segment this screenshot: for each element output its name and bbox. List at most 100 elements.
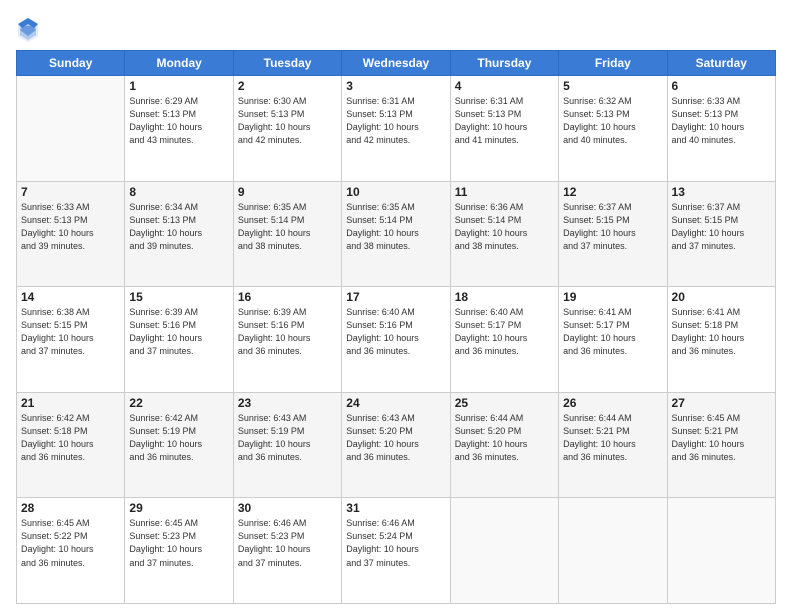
calendar-week-row: 21 Sunrise: 6:42 AM Sunset: 5:18 PM Dayli… <box>17 392 776 498</box>
day-header-thursday: Thursday <box>450 51 558 76</box>
calendar-day-11: 11 Sunrise: 6:36 AM Sunset: 5:14 PM Dayli… <box>450 181 558 287</box>
day-info: Sunrise: 6:30 AM Sunset: 5:13 PM Dayligh… <box>238 95 337 147</box>
calendar-day-27: 27 Sunrise: 6:45 AM Sunset: 5:21 PM Dayli… <box>667 392 775 498</box>
day-header-wednesday: Wednesday <box>342 51 450 76</box>
day-info: Sunrise: 6:29 AM Sunset: 5:13 PM Dayligh… <box>129 95 228 147</box>
calendar-day-23: 23Sunrise: 6:43 AM Sunset: 5:19 PM Dayli… <box>233 392 341 498</box>
calendar-table: SundayMondayTuesdayWednesdayThursdayFrid… <box>16 50 776 604</box>
day-number: 7 <box>21 185 120 199</box>
day-info: Sunrise: 6:41 AM Sunset: 5:18 PM Dayligh… <box>672 306 771 358</box>
calendar-day-5: 5 Sunrise: 6:32 AM Sunset: 5:13 PM Daylig… <box>559 76 667 182</box>
calendar-day-8: 8 Sunrise: 6:34 AM Sunset: 5:13 PM Daylig… <box>125 181 233 287</box>
day-number: 3 <box>346 79 445 93</box>
day-info: Sunrise: 6:44 AM Sunset: 5:20 PM Dayligh… <box>455 412 554 464</box>
day-number: 19 <box>563 290 662 304</box>
day-number: 11 <box>455 185 554 199</box>
day-number: 5 <box>563 79 662 93</box>
calendar-week-row: 28 Sunrise: 6:45 AM Sunset: 5:22 PM Dayli… <box>17 498 776 604</box>
day-number: 4 <box>455 79 554 93</box>
day-info: Sunrise: 6:31 AM Sunset: 5:13 PM Dayligh… <box>346 95 445 147</box>
calendar-day-14: 14 Sunrise: 6:38 AM Sunset: 5:15 PM Dayli… <box>17 287 125 393</box>
calendar-empty-cell <box>17 76 125 182</box>
day-info: Sunrise: 6:35 AM Sunset: 5:14 PM Dayligh… <box>346 201 445 253</box>
calendar-day-6: 6Sunrise: 6:33 AM Sunset: 5:13 PM Daylig… <box>667 76 775 182</box>
day-number: 10 <box>346 185 445 199</box>
day-number: 21 <box>21 396 120 410</box>
day-info: Sunrise: 6:35 AM Sunset: 5:14 PM Dayligh… <box>238 201 337 253</box>
day-info: Sunrise: 6:45 AM Sunset: 5:23 PM Dayligh… <box>129 517 228 569</box>
day-info: Sunrise: 6:43 AM Sunset: 5:20 PM Dayligh… <box>346 412 445 464</box>
calendar-day-25: 25 Sunrise: 6:44 AM Sunset: 5:20 PM Dayli… <box>450 392 558 498</box>
day-info: Sunrise: 6:32 AM Sunset: 5:13 PM Dayligh… <box>563 95 662 147</box>
day-number: 29 <box>129 501 228 515</box>
calendar-day-22: 22 Sunrise: 6:42 AM Sunset: 5:19 PM Dayli… <box>125 392 233 498</box>
day-info: Sunrise: 6:42 AM Sunset: 5:18 PM Dayligh… <box>21 412 120 464</box>
day-info: Sunrise: 6:46 AM Sunset: 5:23 PM Dayligh… <box>238 517 337 569</box>
day-info: Sunrise: 6:45 AM Sunset: 5:22 PM Dayligh… <box>21 517 120 569</box>
day-info: Sunrise: 6:31 AM Sunset: 5:13 PM Dayligh… <box>455 95 554 147</box>
calendar-week-row: 1Sunrise: 6:29 AM Sunset: 5:13 PM Daylig… <box>17 76 776 182</box>
day-number: 25 <box>455 396 554 410</box>
day-info: Sunrise: 6:36 AM Sunset: 5:14 PM Dayligh… <box>455 201 554 253</box>
calendar-day-10: 10 Sunrise: 6:35 AM Sunset: 5:14 PM Dayli… <box>342 181 450 287</box>
day-number: 18 <box>455 290 554 304</box>
day-number: 14 <box>21 290 120 304</box>
header <box>16 12 776 44</box>
day-info: Sunrise: 6:33 AM Sunset: 5:13 PM Dayligh… <box>21 201 120 253</box>
calendar-week-row: 7 Sunrise: 6:33 AM Sunset: 5:13 PM Daylig… <box>17 181 776 287</box>
day-header-saturday: Saturday <box>667 51 775 76</box>
day-number: 8 <box>129 185 228 199</box>
day-number: 28 <box>21 501 120 515</box>
calendar-week-row: 14 Sunrise: 6:38 AM Sunset: 5:15 PM Dayli… <box>17 287 776 393</box>
day-number: 20 <box>672 290 771 304</box>
logo <box>16 16 44 44</box>
calendar-empty-cell <box>450 498 558 604</box>
calendar-day-3: 3 Sunrise: 6:31 AM Sunset: 5:13 PM Daylig… <box>342 76 450 182</box>
day-number: 16 <box>238 290 337 304</box>
day-number: 9 <box>238 185 337 199</box>
day-info: Sunrise: 6:37 AM Sunset: 5:15 PM Dayligh… <box>563 201 662 253</box>
calendar-day-9: 9 Sunrise: 6:35 AM Sunset: 5:14 PM Daylig… <box>233 181 341 287</box>
calendar-day-29: 29 Sunrise: 6:45 AM Sunset: 5:23 PM Dayli… <box>125 498 233 604</box>
day-info: Sunrise: 6:45 AM Sunset: 5:21 PM Dayligh… <box>672 412 771 464</box>
day-number: 27 <box>672 396 771 410</box>
day-info: Sunrise: 6:38 AM Sunset: 5:15 PM Dayligh… <box>21 306 120 358</box>
calendar-day-18: 18 Sunrise: 6:40 AM Sunset: 5:17 PM Dayli… <box>450 287 558 393</box>
day-info: Sunrise: 6:44 AM Sunset: 5:21 PM Dayligh… <box>563 412 662 464</box>
day-number: 22 <box>129 396 228 410</box>
calendar-day-16: 16 Sunrise: 6:39 AM Sunset: 5:16 PM Dayli… <box>233 287 341 393</box>
day-header-friday: Friday <box>559 51 667 76</box>
calendar-day-2: 2 Sunrise: 6:30 AM Sunset: 5:13 PM Daylig… <box>233 76 341 182</box>
day-header-tuesday: Tuesday <box>233 51 341 76</box>
day-info: Sunrise: 6:43 AM Sunset: 5:19 PM Dayligh… <box>238 412 337 464</box>
calendar-header-row: SundayMondayTuesdayWednesdayThursdayFrid… <box>17 51 776 76</box>
day-info: Sunrise: 6:39 AM Sunset: 5:16 PM Dayligh… <box>238 306 337 358</box>
day-info: Sunrise: 6:33 AM Sunset: 5:13 PM Dayligh… <box>672 95 771 147</box>
page: SundayMondayTuesdayWednesdayThursdayFrid… <box>0 0 792 612</box>
calendar-day-7: 7 Sunrise: 6:33 AM Sunset: 5:13 PM Daylig… <box>17 181 125 287</box>
day-info: Sunrise: 6:40 AM Sunset: 5:16 PM Dayligh… <box>346 306 445 358</box>
day-info: Sunrise: 6:41 AM Sunset: 5:17 PM Dayligh… <box>563 306 662 358</box>
calendar-day-1: 1Sunrise: 6:29 AM Sunset: 5:13 PM Daylig… <box>125 76 233 182</box>
day-info: Sunrise: 6:37 AM Sunset: 5:15 PM Dayligh… <box>672 201 771 253</box>
calendar-empty-cell <box>667 498 775 604</box>
calendar-day-17: 17Sunrise: 6:40 AM Sunset: 5:16 PM Dayli… <box>342 287 450 393</box>
calendar-day-12: 12 Sunrise: 6:37 AM Sunset: 5:15 PM Dayli… <box>559 181 667 287</box>
day-header-sunday: Sunday <box>17 51 125 76</box>
day-number: 2 <box>238 79 337 93</box>
day-info: Sunrise: 6:42 AM Sunset: 5:19 PM Dayligh… <box>129 412 228 464</box>
day-info: Sunrise: 6:39 AM Sunset: 5:16 PM Dayligh… <box>129 306 228 358</box>
calendar-day-24: 24 Sunrise: 6:43 AM Sunset: 5:20 PM Dayli… <box>342 392 450 498</box>
day-number: 24 <box>346 396 445 410</box>
calendar-day-31: 31Sunrise: 6:46 AM Sunset: 5:24 PM Dayli… <box>342 498 450 604</box>
calendar-day-28: 28 Sunrise: 6:45 AM Sunset: 5:22 PM Dayli… <box>17 498 125 604</box>
calendar-day-19: 19 Sunrise: 6:41 AM Sunset: 5:17 PM Dayli… <box>559 287 667 393</box>
calendar-day-26: 26Sunrise: 6:44 AM Sunset: 5:21 PM Dayli… <box>559 392 667 498</box>
calendar-day-13: 13Sunrise: 6:37 AM Sunset: 5:15 PM Dayli… <box>667 181 775 287</box>
day-number: 15 <box>129 290 228 304</box>
day-info: Sunrise: 6:34 AM Sunset: 5:13 PM Dayligh… <box>129 201 228 253</box>
calendar-day-30: 30Sunrise: 6:46 AM Sunset: 5:23 PM Dayli… <box>233 498 341 604</box>
day-number: 12 <box>563 185 662 199</box>
day-info: Sunrise: 6:40 AM Sunset: 5:17 PM Dayligh… <box>455 306 554 358</box>
calendar-day-15: 15 Sunrise: 6:39 AM Sunset: 5:16 PM Dayli… <box>125 287 233 393</box>
